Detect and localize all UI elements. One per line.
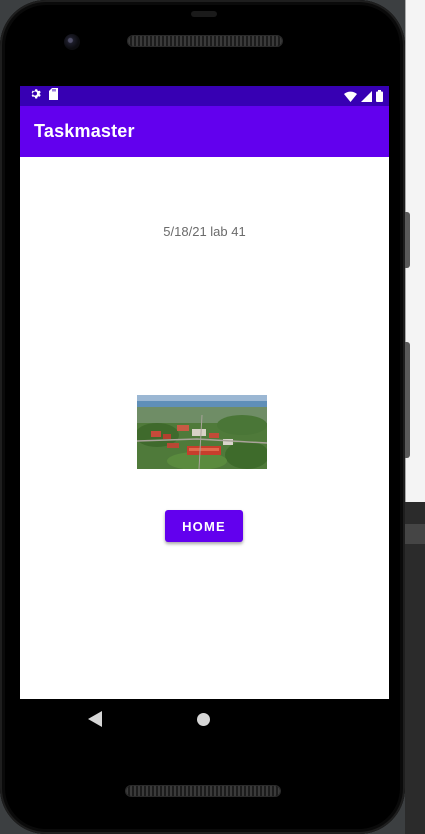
front-camera [64,34,80,50]
back-icon[interactable] [88,711,102,732]
app-title: Taskmaster [34,121,135,141]
date-label: 5/18/21 lab 41 [163,224,246,239]
signal-icon [361,89,372,107]
status-bar [20,86,389,106]
aerial-campus-photo [137,395,267,469]
battery-icon [376,89,383,107]
wifi-icon [344,89,357,107]
phone-frame: Taskmaster 5/18/21 lab 41 HOME [0,0,405,834]
bottom-speaker-grille [126,786,280,796]
top-speaker-slot [191,11,217,17]
earpiece-grille [128,36,282,46]
device-screen: Taskmaster 5/18/21 lab 41 HOME [20,86,389,699]
ide-background-panel-dark [405,502,425,834]
home-button[interactable]: HOME [165,510,243,542]
gear-icon [30,88,42,103]
app-bar: Taskmaster [20,106,389,157]
home-icon[interactable] [197,713,210,726]
ide-background-strip [405,524,425,544]
sd-card-icon [49,88,58,103]
